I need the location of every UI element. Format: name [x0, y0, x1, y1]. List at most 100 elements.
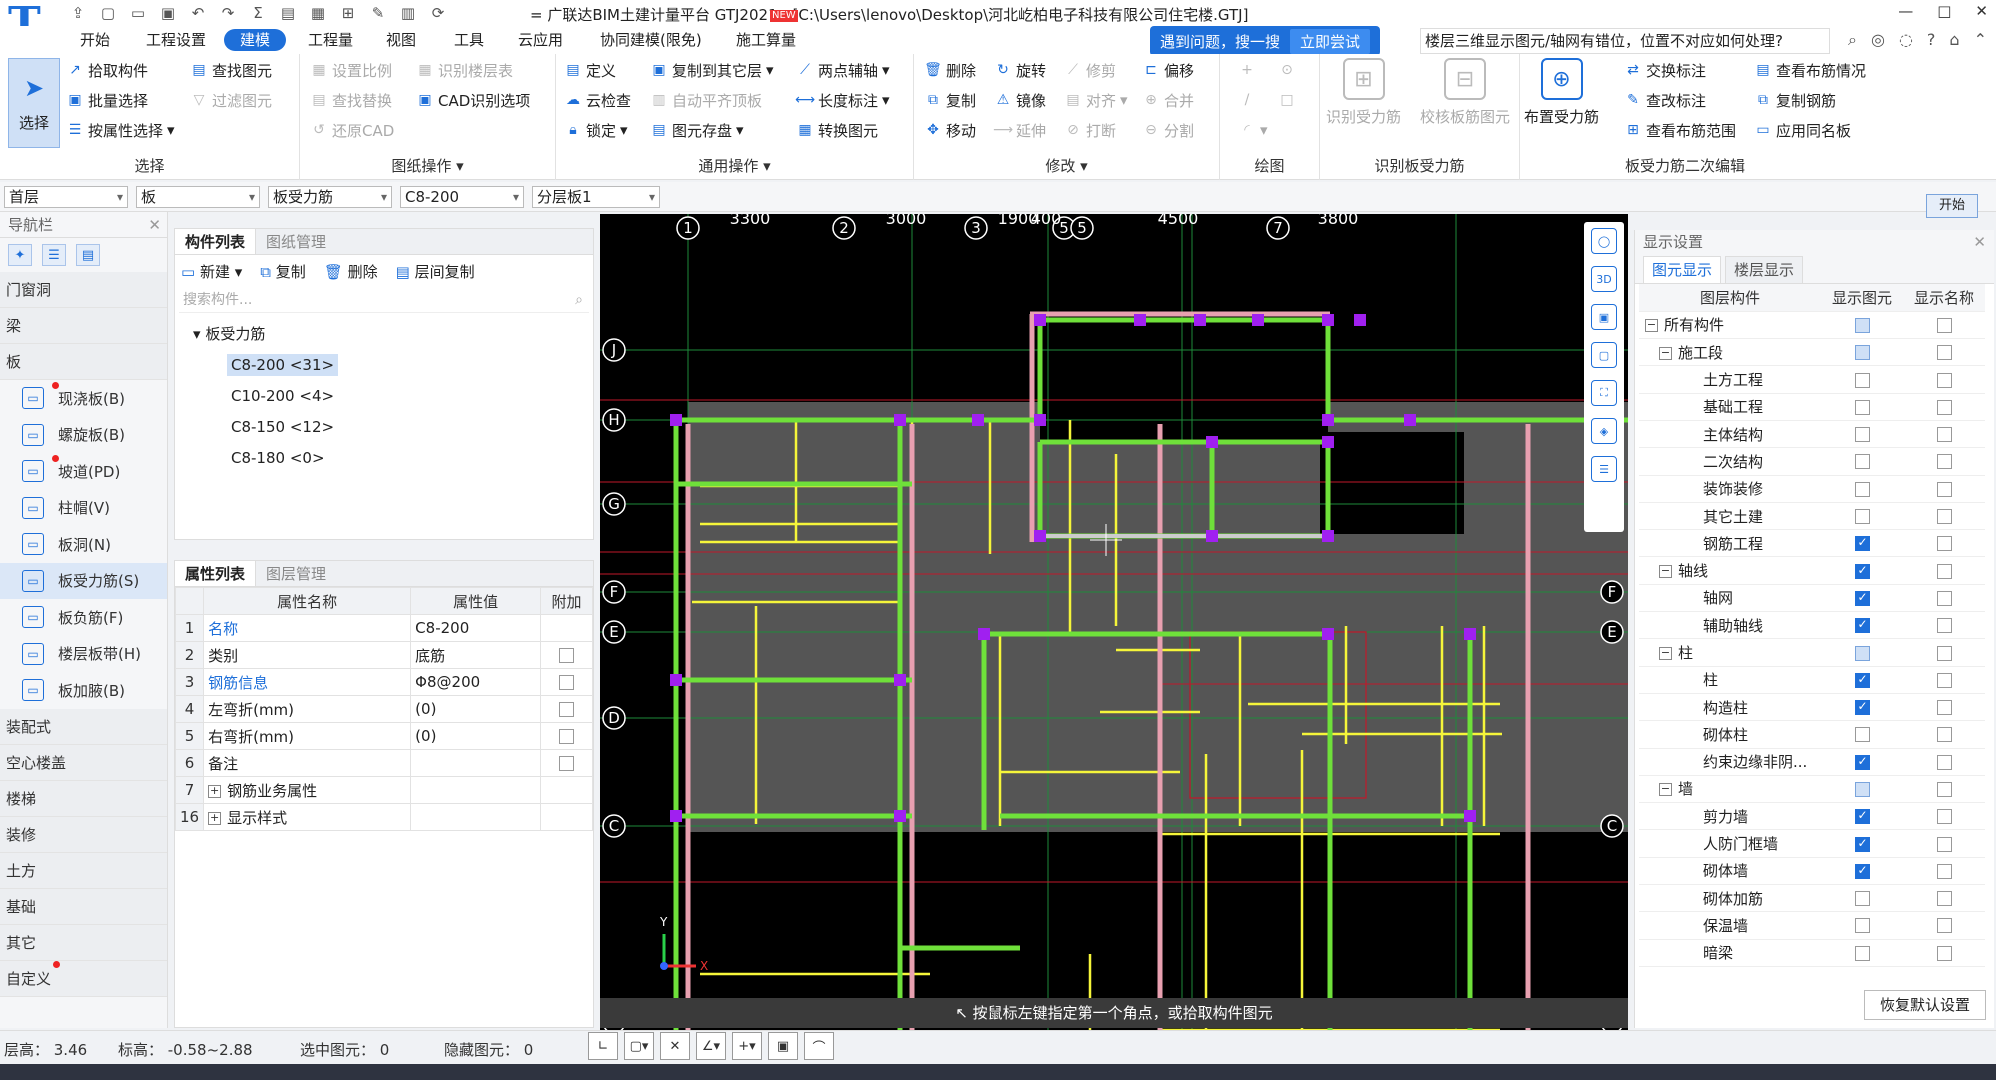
collapse-icon[interactable]: −	[1659, 346, 1672, 360]
show-element-checkbox[interactable]	[1854, 509, 1870, 525]
display-row[interactable]: − 轴线	[1639, 556, 1985, 585]
show-name-checkbox[interactable]	[1936, 509, 1952, 525]
tab-floor-display[interactable]: 楼层显示	[1725, 256, 1804, 283]
offset-button[interactable]: ⊏ 偏移	[1142, 58, 1194, 82]
tree-item-c8-200[interactable]: C8-200 <31>	[175, 350, 593, 381]
nav-item[interactable]: ▭ 坡道(PD)	[0, 453, 167, 490]
floor-select[interactable]: 首层	[4, 186, 128, 208]
tree-item-c8-150[interactable]: C8-150 <12>	[175, 412, 593, 443]
show-name-checkbox[interactable]	[1936, 481, 1952, 497]
restore-defaults-button[interactable]: 恢复默认设置	[1864, 990, 1986, 1020]
display-row[interactable]: − 施工段	[1639, 338, 1985, 367]
display-row[interactable]: − 所有构件	[1639, 311, 1985, 340]
delete-component-button[interactable]: 🗑︎ 删除	[324, 261, 378, 282]
show-element-checkbox[interactable]	[1854, 617, 1870, 634]
nav-item[interactable]: ▭ 板负筋(F)	[0, 599, 167, 636]
display-row[interactable]: − 墙	[1639, 775, 1985, 804]
maximize-button[interactable]: □	[1937, 2, 1951, 20]
component-type-select[interactable]: 板受力筋	[268, 186, 392, 208]
collapse-icon[interactable]: ⌃	[1974, 30, 1987, 50]
apply-same-button[interactable]: ▭ 应用同名板	[1754, 118, 1851, 142]
menu-project-settings[interactable]: 工程设置	[138, 29, 214, 51]
nav-item[interactable]: ▭ 柱帽(V)	[0, 490, 167, 527]
detail-view-icon[interactable]: ▤	[76, 244, 100, 266]
orbit-icon[interactable]: ◯	[1591, 228, 1617, 254]
restore-cad-button[interactable]: ↺ 还原CAD	[310, 118, 394, 142]
redo-icon[interactable]: ↷	[216, 2, 240, 24]
display-mode-icon[interactable]: ◈	[1591, 418, 1617, 444]
save-element-button[interactable]: ▤ 图元存盘 ▾	[650, 118, 743, 142]
pen-icon[interactable]: ✎	[366, 2, 390, 24]
show-element-checkbox[interactable]	[1854, 427, 1870, 443]
show-element-checkbox[interactable]	[1854, 918, 1870, 934]
menu-construction[interactable]: 施工算量	[728, 29, 804, 51]
tab-drawing-management[interactable]: 图纸管理	[256, 229, 336, 254]
display-row[interactable]: 土方工程	[1639, 365, 1985, 394]
check-rebar-button[interactable]: ⊟ 校核板筋图元	[1420, 58, 1510, 127]
move-button[interactable]: ✥ 移动	[924, 118, 976, 142]
fit-view-icon[interactable]: ⛶	[1591, 380, 1617, 406]
nav-category-other[interactable]: 其它	[0, 924, 167, 961]
property-row[interactable]: 7 + 钢筋业务属性	[174, 776, 593, 804]
top-view-icon[interactable]: ▢	[1591, 342, 1617, 368]
extra-checkbox[interactable]	[559, 648, 574, 663]
place-rebar-button[interactable]: ⊕ 布置受力筋	[1524, 58, 1599, 127]
display-row[interactable]: − 柱	[1639, 638, 1985, 667]
dynamic-input-icon[interactable]: ▣	[768, 1032, 798, 1060]
select-by-property-button[interactable]: ☰ 按属性选择 ▾	[66, 118, 175, 142]
collapse-icon[interactable]: −	[1659, 565, 1672, 579]
filter-element-button[interactable]: ▽ 过滤图元	[190, 88, 272, 112]
show-name-checkbox[interactable]	[1936, 672, 1952, 688]
expand-icon[interactable]: +	[208, 811, 222, 825]
minimize-button[interactable]: —	[1898, 2, 1913, 20]
nav-category-decoration[interactable]: 装修	[0, 816, 167, 853]
show-element-checkbox[interactable]	[1854, 645, 1870, 661]
user-icon[interactable]: ◎	[1871, 30, 1885, 50]
orthogonal-icon[interactable]: ∟	[588, 1032, 618, 1060]
show-name-checkbox[interactable]	[1936, 372, 1952, 388]
floor-plan-drawing[interactable]: 12355733003000190040045003800JHGFEDCBFEC…	[600, 214, 1628, 1030]
batch-select-button[interactable]: ▣ 批量选择	[66, 88, 148, 112]
close-icon[interactable]: ✕	[1973, 230, 1986, 254]
show-element-checkbox[interactable]	[1854, 345, 1870, 361]
display-row[interactable]: 砌体柱	[1639, 720, 1985, 749]
trim-button[interactable]: ⟋ 修剪	[1064, 58, 1116, 82]
nav-item[interactable]: ▭ 板洞(N)	[0, 526, 167, 563]
cube-view-icon[interactable]: ▣	[1591, 304, 1617, 330]
property-value[interactable]	[410, 749, 541, 777]
nav-category-hollow-floor[interactable]: 空心楼盖	[0, 744, 167, 781]
merge-button[interactable]: ⊕ 合并	[1142, 88, 1194, 112]
view-range-button[interactable]: ⊞ 查看布筋范围	[1624, 118, 1736, 142]
point-draw-button[interactable]: +	[1238, 58, 1256, 82]
nav-category-beam[interactable]: 梁	[0, 308, 167, 344]
swap-label-button[interactable]: ⇄ 交换标注	[1624, 58, 1706, 82]
calc-icon[interactable]: ▤	[276, 2, 300, 24]
show-name-checkbox[interactable]	[1936, 399, 1952, 415]
property-row[interactable]: 1 名称 C8-200	[174, 614, 593, 642]
upload-icon[interactable]: ⇪	[66, 2, 90, 24]
property-value[interactable]	[410, 776, 541, 804]
nav-item[interactable]: ▭ 螺旋板(B)	[0, 417, 167, 454]
delete-button[interactable]: 🗑︎ 删除	[924, 58, 976, 82]
nav-category-slab[interactable]: 板	[0, 344, 167, 380]
copy-component-button[interactable]: ⧉ 复制	[260, 261, 306, 282]
show-element-checkbox[interactable]	[1854, 836, 1870, 852]
tab-component-list[interactable]: 构件列表	[175, 229, 257, 254]
sum-icon[interactable]: Σ	[246, 2, 270, 24]
define-button[interactable]: ▤ 定义	[564, 58, 616, 82]
find-element-button[interactable]: ▤ 查找图元	[190, 58, 272, 82]
angle-icon[interactable]: ∠▾	[696, 1032, 726, 1060]
show-element-checkbox[interactable]	[1854, 781, 1870, 797]
property-value[interactable]: (0)	[410, 722, 541, 750]
search-icon[interactable]: ⌕	[1848, 30, 1857, 50]
expand-icon[interactable]: +	[208, 784, 222, 798]
nav-category-prefab[interactable]: 装配式	[0, 708, 167, 745]
show-name-checkbox[interactable]	[1936, 645, 1952, 661]
show-name-checkbox[interactable]	[1936, 700, 1952, 716]
identify-floor-table-button[interactable]: ▦ 识别楼层表	[416, 58, 513, 82]
pin-icon[interactable]: ✦	[8, 244, 32, 266]
tab-element-display[interactable]: 图元显示	[1643, 256, 1722, 283]
show-name-checkbox[interactable]	[1936, 863, 1952, 879]
close-icon[interactable]: ✕	[148, 212, 161, 238]
pick-component-button[interactable]: ↗ 拾取构件	[66, 58, 148, 82]
